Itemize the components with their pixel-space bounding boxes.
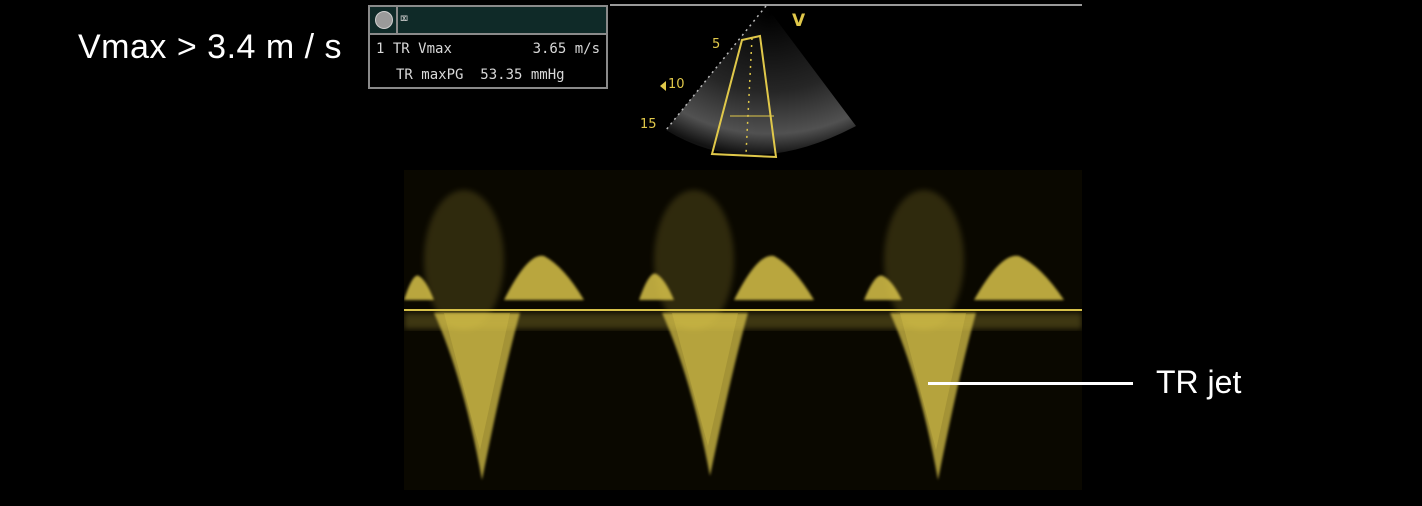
annotation-leader-line — [928, 382, 1133, 385]
measurement-row-1-label: 1 TR Vmax — [376, 41, 452, 57]
low-velocity-band — [404, 313, 1082, 329]
toolbar-divider — [396, 7, 398, 33]
depth-mark-5: 5 — [712, 37, 720, 52]
ultrasound-sector-view: 5 10 15 V — [640, 5, 856, 159]
measurement-index: 1 — [376, 41, 385, 57]
depth-mark-15: 15 — [640, 117, 657, 132]
depth-mark-10: 10 — [668, 77, 685, 92]
caliper-icon[interactable]: ⌧ — [400, 10, 418, 28]
doppler-spectrum — [404, 170, 1082, 490]
measurement-row-2: TR maxPG 53.35 mmHg — [396, 67, 565, 83]
measurement-toolbar: ⌧ — [370, 7, 606, 35]
annotation-tr-jet: TR jet — [1156, 364, 1242, 400]
slide-title: Vmax > 3.4 m / s — [78, 28, 343, 66]
record-icon[interactable] — [375, 11, 393, 29]
sector-fan — [666, 6, 856, 156]
measurement-panel: ⌧ 1 TR Vmax 3.65 m/s TR maxPG 53.35 mmHg — [368, 5, 608, 89]
measurement-label: TR maxPG — [396, 67, 464, 83]
measurement-label: TR Vmax — [392, 41, 452, 57]
measurement-value: 53.35 mmHg — [480, 67, 565, 83]
measurement-row-1-value: 3.65 m/s — [532, 41, 600, 57]
focus-marker-icon — [660, 81, 666, 91]
mode-label: V — [792, 11, 806, 31]
